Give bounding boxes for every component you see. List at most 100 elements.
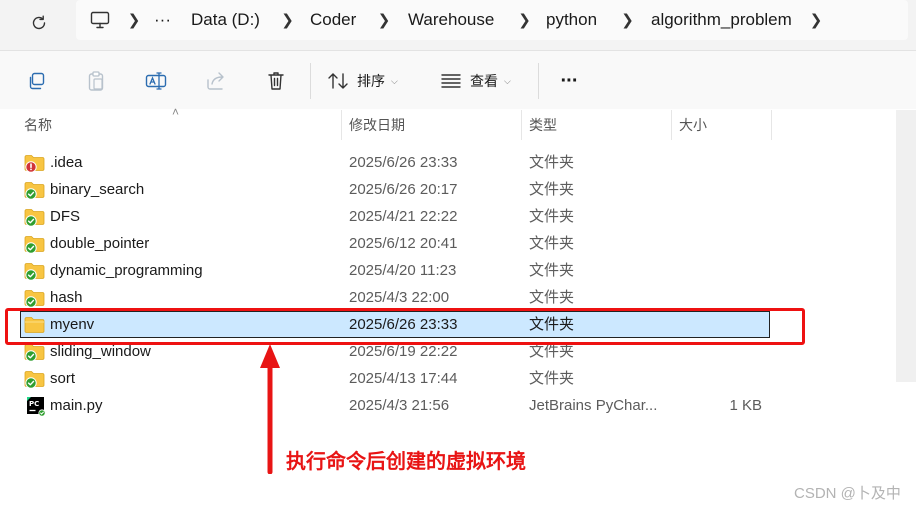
sort-button[interactable]: 排序 ⌵ xyxy=(327,67,409,95)
chevron-down-icon: ⌵ xyxy=(504,75,511,86)
file-size xyxy=(720,284,762,311)
monitor-icon xyxy=(90,11,110,29)
paste-icon xyxy=(88,71,104,91)
svg-text:PC: PC xyxy=(29,400,39,408)
refresh-button[interactable] xyxy=(24,8,54,38)
folder-synced-icon xyxy=(24,236,45,254)
vertical-scrollbar[interactable] xyxy=(896,110,916,382)
file-name: main.py xyxy=(50,397,103,414)
this-pc-button[interactable] xyxy=(90,0,114,40)
toolbar-separator xyxy=(310,63,311,99)
share-icon xyxy=(207,72,224,90)
sort-label: 排序 xyxy=(357,73,385,89)
command-bar: 排序 ⌵ 查看 ⌵ ··· xyxy=(0,51,916,109)
file-type: 文件夹 xyxy=(529,154,575,171)
chevron-right-icon[interactable]: ❯ xyxy=(604,0,651,40)
column-header-name[interactable]: 名称 xyxy=(24,110,340,140)
copy-button[interactable] xyxy=(22,67,50,95)
folder-synced-icon xyxy=(24,344,45,362)
file-name: hash xyxy=(50,289,83,306)
file-type: JetBrains PyChar... xyxy=(529,397,658,414)
column-header-row: ˄ 名称 修改日期 类型 大小 xyxy=(0,105,916,140)
annotation-caption: 执行命令后创建的虚拟环境 xyxy=(286,449,526,473)
file-modified: 2025/4/20 11:23 xyxy=(349,262,457,279)
file-size xyxy=(720,176,762,203)
chevron-right-icon[interactable]: ❯ xyxy=(114,0,154,40)
file-modified: 2025/6/12 20:41 xyxy=(349,235,458,252)
column-header-type[interactable]: 类型 xyxy=(529,110,669,140)
file-name: .idea xyxy=(50,154,83,171)
file-size xyxy=(720,257,762,284)
file-size xyxy=(720,203,762,230)
paste-button[interactable] xyxy=(82,67,110,95)
breadcrumb-overflow[interactable]: ··· xyxy=(154,0,191,40)
file-type: 文件夹 xyxy=(529,208,575,225)
more-icon: ··· xyxy=(560,69,579,92)
chevron-down-icon: ⌵ xyxy=(391,75,398,86)
breadcrumb-item-algorithm-problem[interactable]: algorithm_problem xyxy=(651,0,804,40)
view-label: 查看 xyxy=(470,73,498,89)
folder-synced-icon xyxy=(24,182,45,200)
refresh-icon xyxy=(32,15,46,30)
chevron-right-icon[interactable]: ❯ xyxy=(804,0,828,40)
file-modified: 2025/4/3 21:56 xyxy=(349,397,450,414)
column-header-size[interactable]: 大小 xyxy=(679,110,769,140)
watermark: CSDN @卜及中 xyxy=(794,485,901,502)
list-item[interactable]: .idea 2025/6/26 23:33 文件夹 xyxy=(20,149,770,176)
chevron-right-icon[interactable]: ❯ xyxy=(360,0,408,40)
column-divider[interactable] xyxy=(671,110,672,140)
folder-synced-icon xyxy=(24,371,45,389)
chevron-right-icon[interactable]: ❯ xyxy=(503,0,546,40)
column-divider[interactable] xyxy=(771,110,772,140)
column-divider[interactable] xyxy=(341,110,342,140)
breadcrumb-item-coder[interactable]: Coder xyxy=(310,0,360,40)
file-modified: 2025/6/26 20:17 xyxy=(349,181,458,198)
more-options-button[interactable]: ··· xyxy=(552,67,586,95)
list-item[interactable]: DFS 2025/4/21 22:22 文件夹 xyxy=(20,203,770,230)
list-item[interactable]: sort 2025/4/13 17:44 文件夹 xyxy=(20,365,770,392)
file-name: binary_search xyxy=(50,181,145,198)
folder-synced-icon xyxy=(24,209,45,227)
list-item[interactable]: hash 2025/4/3 22:00 文件夹 xyxy=(20,284,770,311)
breadcrumb-item-python[interactable]: python xyxy=(546,0,604,40)
file-name: double_pointer xyxy=(50,235,150,252)
breadcrumb-item-data-drive[interactable]: Data (D:) xyxy=(191,0,265,40)
folder-synced-icon xyxy=(24,290,45,308)
delete-icon xyxy=(268,72,284,90)
folder-synced-icon xyxy=(24,263,45,281)
list-item[interactable]: dynamic_programming 2025/4/20 11:23 文件夹 xyxy=(20,257,770,284)
list-item[interactable]: PC main.py 2025/4/3 21:56 JetBrains PyCh… xyxy=(20,392,770,419)
folder-warning-icon xyxy=(24,155,45,173)
toolbar-separator xyxy=(538,63,539,99)
file-modified: 2025/6/26 23:33 xyxy=(349,154,458,171)
list-item[interactable]: double_pointer 2025/6/12 20:41 文件夹 xyxy=(20,230,770,257)
file-name: sort xyxy=(50,370,76,387)
file-modified: 2025/4/21 22:22 xyxy=(349,208,458,225)
chevron-right-icon[interactable]: ❯ xyxy=(265,0,310,40)
breadcrumb[interactable]: ❯ ··· Data (D:) ❯ Coder ❯ Warehouse ❯ py… xyxy=(76,0,908,40)
rename-button[interactable] xyxy=(142,67,170,95)
file-modified: 2025/4/13 17:44 xyxy=(349,370,458,387)
list-item[interactable]: binary_search 2025/6/26 20:17 文件夹 xyxy=(20,176,770,203)
file-type: 文件夹 xyxy=(529,370,575,387)
share-button[interactable] xyxy=(202,67,230,95)
file-type: 文件夹 xyxy=(529,181,575,198)
file-size: 1 KB xyxy=(729,397,762,414)
view-button[interactable]: 查看 ⌵ xyxy=(440,67,524,95)
delete-button[interactable] xyxy=(262,67,290,95)
file-size xyxy=(720,365,762,392)
file-type: 文件夹 xyxy=(529,262,575,279)
file-size xyxy=(720,149,762,176)
annotation-arrow xyxy=(260,344,280,474)
file-size xyxy=(720,230,762,257)
file-type: 文件夹 xyxy=(529,289,575,306)
file-name: dynamic_programming xyxy=(50,262,203,279)
breadcrumb-item-warehouse[interactable]: Warehouse xyxy=(408,0,503,40)
column-header-modified[interactable]: 修改日期 xyxy=(349,110,519,140)
rename-icon xyxy=(145,72,167,90)
highlight-box xyxy=(5,308,805,345)
file-type: 文件夹 xyxy=(529,235,575,252)
column-divider[interactable] xyxy=(521,110,522,140)
file-modified: 2025/4/3 22:00 xyxy=(349,289,450,306)
view-icon xyxy=(441,74,461,88)
